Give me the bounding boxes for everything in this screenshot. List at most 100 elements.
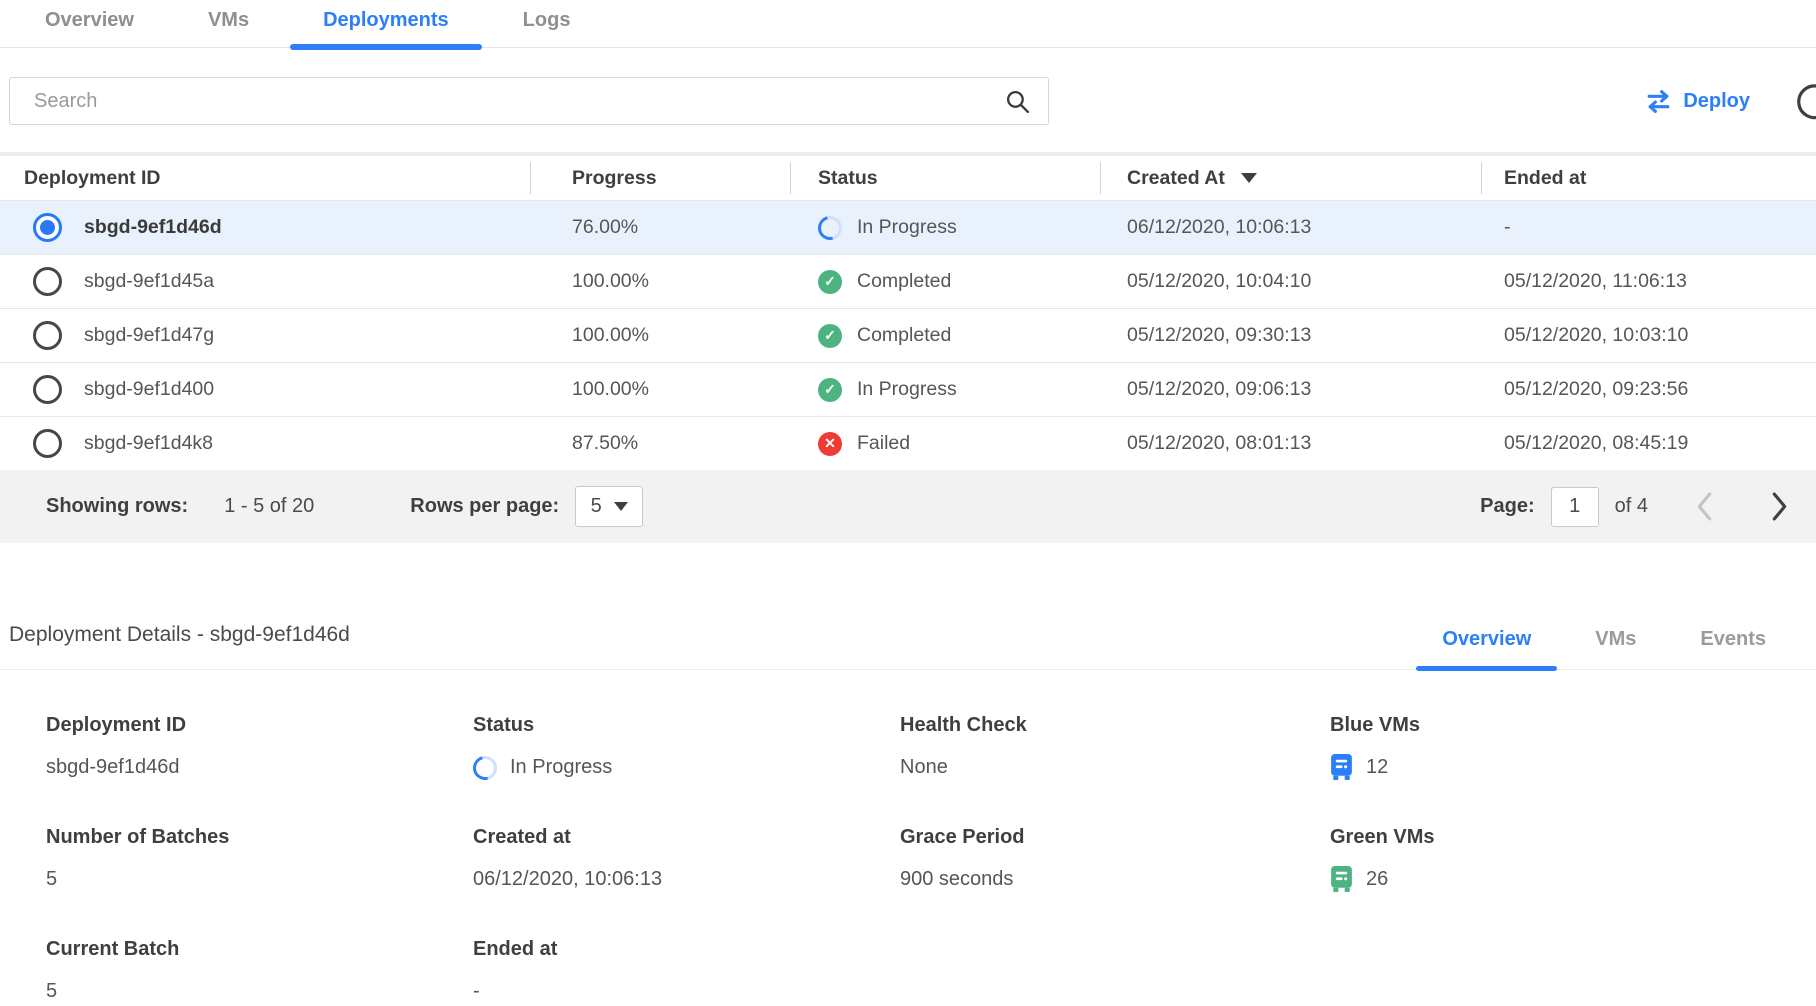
deployment-id-text: sbgd-9ef1d400	[84, 378, 214, 401]
tab-vms[interactable]: VMs	[171, 0, 286, 47]
details-tab-bar: Overview VMs Events	[1410, 628, 1798, 669]
details-tab-events[interactable]: Events	[1668, 628, 1798, 669]
status-cell: Completed	[790, 270, 1100, 294]
ended-at-cell: 05/12/2020, 10:03:10	[1481, 324, 1816, 347]
previous-page-button[interactable]	[1696, 492, 1713, 521]
green-vm-icon	[1330, 866, 1353, 893]
column-header-created-at[interactable]: Created At	[1100, 167, 1481, 190]
details-header: Deployment Details - sbgd-9ef1d46d Overv…	[0, 623, 1816, 670]
status-icon	[818, 270, 842, 294]
created-at-cell: 05/12/2020, 09:30:13	[1100, 324, 1481, 347]
detail-field-value: In Progress	[473, 753, 900, 782]
table-row[interactable]: sbgd-9ef1d400 100.00% In Progress 05/12/…	[0, 362, 1816, 416]
progress-cell: 100.00%	[530, 270, 790, 293]
sort-desc-icon[interactable]	[1241, 173, 1257, 183]
status-icon	[818, 324, 842, 348]
detail-field: Current Batch 5	[46, 938, 473, 1006]
detail-field: Deployment ID sbgd-9ef1d46d	[46, 714, 473, 782]
detail-field-label: Current Batch	[46, 938, 473, 961]
detail-field-label: Ended at	[473, 938, 900, 961]
tab-overview[interactable]: Overview	[8, 0, 171, 47]
row-radio-button[interactable]	[33, 375, 62, 404]
detail-field-label: Created at	[473, 826, 900, 849]
detail-field: Status In Progress	[473, 714, 900, 782]
rows-per-page-select[interactable]: 5	[575, 486, 643, 527]
detail-field: Grace Period 900 seconds	[900, 826, 1330, 894]
detail-field-label: Health Check	[900, 714, 1330, 737]
status-text: In Progress	[857, 378, 957, 401]
detail-field: Ended at -	[473, 938, 900, 1006]
row-radio-button[interactable]	[33, 321, 62, 350]
table-row[interactable]: sbgd-9ef1d46d 76.00% In Progress 06/12/2…	[0, 200, 1816, 254]
details-tab-vms[interactable]: VMs	[1563, 628, 1668, 669]
detail-field-value: 5	[46, 865, 473, 894]
main-tab-bar: Overview VMs Deployments Logs	[0, 0, 1816, 48]
status-text: Failed	[857, 432, 910, 455]
status-text: Completed	[857, 270, 951, 293]
page-number-input[interactable]	[1551, 487, 1599, 527]
table-row[interactable]: sbgd-9ef1d45a 100.00% Completed 05/12/20…	[0, 254, 1816, 308]
created-at-cell: 06/12/2020, 10:06:13	[1100, 216, 1481, 239]
created-at-cell: 05/12/2020, 09:06:13	[1100, 378, 1481, 401]
detail-field-label: Deployment ID	[46, 714, 473, 737]
row-radio-button[interactable]	[33, 267, 62, 296]
table-row[interactable]: sbgd-9ef1d4k8 87.50% Failed 05/12/2020, …	[0, 416, 1816, 470]
deployment-id-cell: sbgd-9ef1d47g	[0, 321, 530, 350]
refresh-icon[interactable]	[1796, 83, 1816, 121]
column-header-ended-at: Ended at	[1481, 167, 1816, 190]
detail-field-value: 900 seconds	[900, 865, 1330, 894]
ended-at-cell: 05/12/2020, 08:45:19	[1481, 432, 1816, 455]
row-radio-button[interactable]	[33, 213, 62, 242]
detail-field: Green VMs 26	[1330, 826, 1816, 894]
row-radio-button[interactable]	[33, 429, 62, 458]
column-header-status: Status	[790, 167, 1100, 190]
deployment-id-cell: sbgd-9ef1d45a	[0, 267, 530, 296]
chevron-left-icon	[1696, 492, 1713, 521]
tab-logs[interactable]: Logs	[486, 0, 608, 47]
showing-rows-value: 1 - 5 of 20	[224, 495, 314, 518]
detail-field-value: None	[900, 753, 1330, 782]
status-cell: Failed	[790, 432, 1100, 456]
status-cell: In Progress	[790, 378, 1100, 402]
next-page-button[interactable]	[1771, 492, 1788, 521]
search-icon[interactable]	[1005, 89, 1030, 114]
deployment-id-cell: sbgd-9ef1d4k8	[0, 429, 530, 458]
detail-field-value: 12	[1330, 753, 1816, 782]
deployment-id-text: sbgd-9ef1d46d	[84, 216, 222, 239]
in-progress-spinner-icon	[469, 751, 502, 784]
detail-field-label: Green VMs	[1330, 826, 1816, 849]
deploy-button[interactable]: Deploy	[1645, 90, 1750, 113]
detail-field-label: Status	[473, 714, 900, 737]
page-label: Page:	[1480, 495, 1534, 518]
deployment-id-text: sbgd-9ef1d47g	[84, 324, 214, 347]
table-body: sbgd-9ef1d46d 76.00% In Progress 06/12/2…	[0, 200, 1816, 470]
deployment-id-text: sbgd-9ef1d4k8	[84, 432, 213, 455]
details-grid: Deployment ID sbgd-9ef1d46d Status In Pr…	[0, 714, 1816, 1006]
detail-field-label: Grace Period	[900, 826, 1330, 849]
detail-field-value: 06/12/2020, 10:06:13	[473, 865, 900, 894]
detail-field-label: Number of Batches	[46, 826, 473, 849]
created-at-cell: 05/12/2020, 10:04:10	[1100, 270, 1481, 293]
progress-cell: 100.00%	[530, 324, 790, 347]
search-box	[9, 77, 1049, 125]
detail-field: Blue VMs 12	[1330, 714, 1816, 782]
progress-cell: 100.00%	[530, 378, 790, 401]
detail-field-value: 26	[1330, 865, 1816, 894]
ended-at-cell: -	[1481, 216, 1816, 239]
ended-at-cell: 05/12/2020, 11:06:13	[1481, 270, 1816, 293]
status-icon	[814, 211, 847, 244]
column-header-progress: Progress	[530, 167, 790, 190]
page-total: of 4	[1615, 495, 1648, 518]
status-text: In Progress	[857, 216, 957, 239]
deployments-table: Deployment ID Progress Status Created At…	[0, 152, 1816, 543]
table-header: Deployment ID Progress Status Created At…	[0, 156, 1816, 200]
showing-rows-label: Showing rows:	[46, 495, 188, 518]
swap-arrows-icon	[1645, 90, 1672, 113]
blue-vm-icon	[1330, 754, 1353, 781]
detail-field: Created at 06/12/2020, 10:06:13	[473, 826, 900, 894]
progress-cell: 76.00%	[530, 216, 790, 239]
table-row[interactable]: sbgd-9ef1d47g 100.00% Completed 05/12/20…	[0, 308, 1816, 362]
tab-deployments[interactable]: Deployments	[286, 0, 486, 47]
details-tab-overview[interactable]: Overview	[1410, 628, 1563, 669]
search-input[interactable]	[34, 90, 1005, 113]
